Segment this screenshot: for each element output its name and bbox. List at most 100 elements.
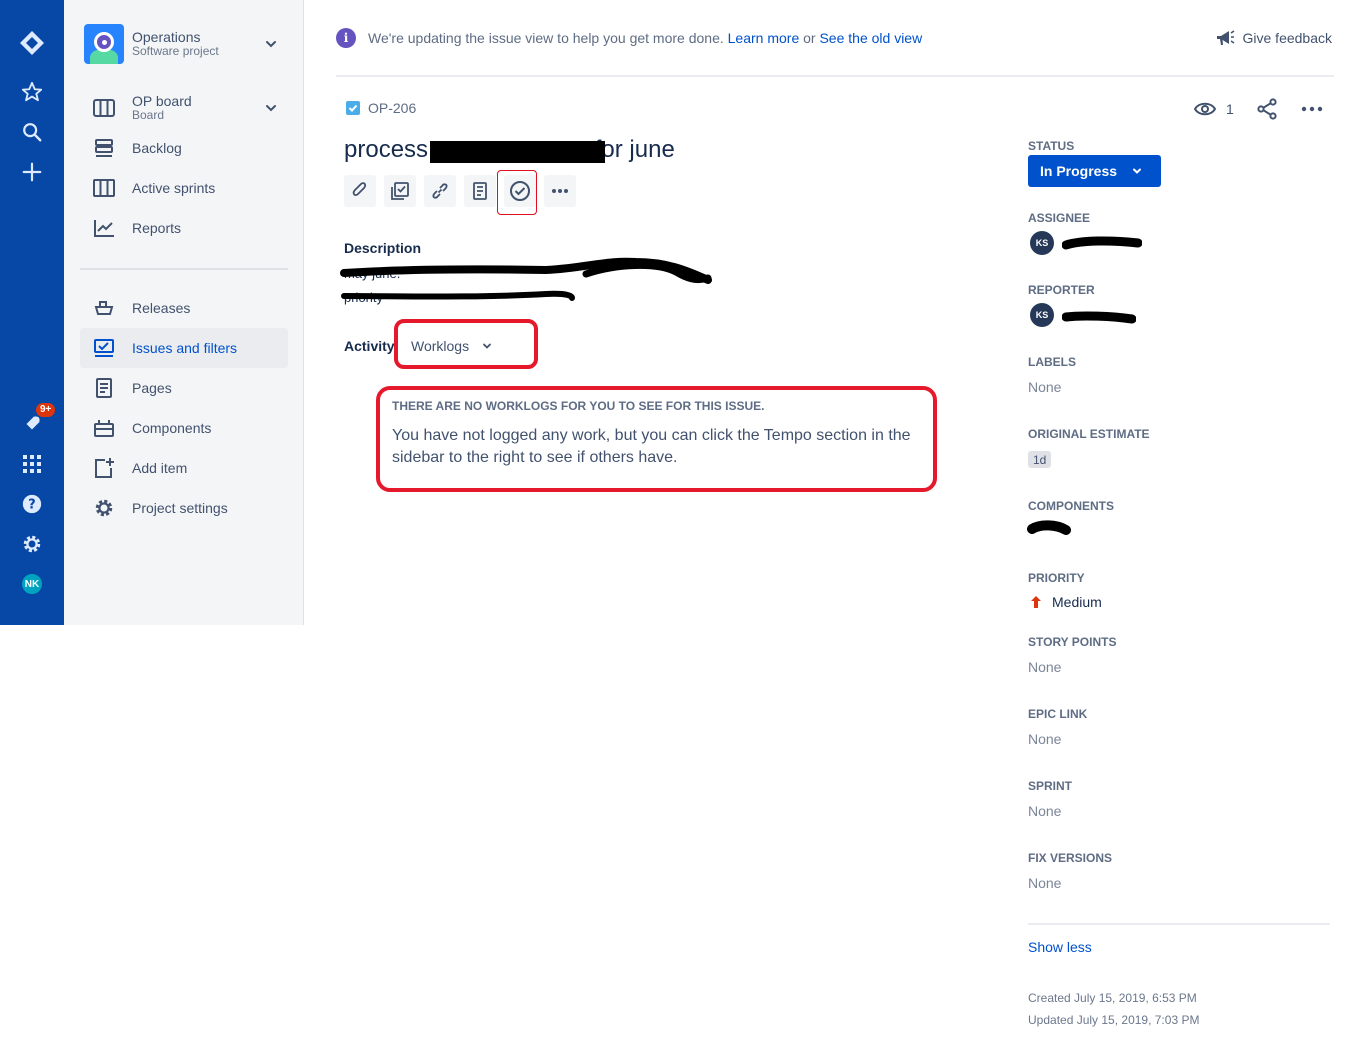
subtask-icon bbox=[391, 182, 409, 200]
confluence-page-icon bbox=[473, 182, 487, 200]
sidebar-item-issues-and-filters[interactable]: Issues and filters bbox=[80, 328, 288, 368]
priority-value: Medium bbox=[1052, 594, 1102, 610]
sidebar-item-label: Components bbox=[132, 420, 212, 436]
settings-icon[interactable] bbox=[12, 524, 52, 564]
assignee-avatar[interactable]: KS bbox=[1030, 231, 1054, 255]
global-nav: 9+ ? NK bbox=[0, 0, 64, 625]
redaction-mark bbox=[430, 141, 605, 163]
sidebar-item-project-settings[interactable]: Project settings bbox=[80, 488, 288, 528]
sidebar-item-label: Backlog bbox=[132, 140, 182, 156]
releases-icon bbox=[92, 296, 116, 320]
sidebar-item-label: Pages bbox=[132, 380, 172, 396]
annotation-highlight-worklogs bbox=[394, 319, 538, 369]
fields-divider bbox=[1028, 923, 1330, 925]
backlog-icon bbox=[92, 136, 116, 160]
update-banner: i We're updating the issue view to help … bbox=[336, 24, 1334, 52]
fix-versions-label: FIX VERSIONS bbox=[1028, 851, 1113, 865]
old-view-link[interactable]: See the old view bbox=[819, 30, 922, 46]
description-label: Description bbox=[344, 240, 422, 256]
notification-badge: 9+ bbox=[36, 403, 56, 417]
fix-versions-value[interactable]: None bbox=[1028, 875, 1061, 891]
share-button[interactable] bbox=[1256, 96, 1278, 122]
help-icon[interactable]: ? bbox=[12, 484, 52, 524]
more-actions-button[interactable] bbox=[1300, 96, 1324, 122]
link-issue-button[interactable] bbox=[424, 175, 456, 207]
star-icon[interactable] bbox=[12, 72, 52, 112]
story-points-value[interactable]: None bbox=[1028, 659, 1061, 675]
sidebar-item-label: Active sprints bbox=[132, 180, 216, 196]
sidebar-divider bbox=[80, 268, 288, 270]
app-switcher-icon[interactable] bbox=[12, 444, 52, 484]
priority-medium-icon bbox=[1031, 596, 1041, 608]
issue-toolbar bbox=[344, 175, 584, 207]
info-icon: i bbox=[336, 28, 356, 48]
more-icon bbox=[552, 189, 568, 193]
chevron-down-icon[interactable] bbox=[264, 37, 278, 51]
original-estimate-value[interactable]: 1d bbox=[1028, 451, 1052, 468]
project-switcher[interactable]: Operations Software project bbox=[84, 24, 284, 64]
sidebar-item-label: Add item bbox=[132, 460, 188, 476]
show-less-link[interactable]: Show less bbox=[1028, 939, 1092, 955]
worklog-empty-title: THERE ARE NO WORKLOGS FOR YOU TO SEE FOR… bbox=[392, 399, 765, 413]
sidebar-item-label: Project settings bbox=[132, 500, 228, 516]
project-type: Software project bbox=[132, 44, 219, 58]
sidebar-item-backlog[interactable]: Backlog bbox=[80, 128, 288, 168]
create-subtask-button[interactable] bbox=[384, 175, 416, 207]
redaction-scribble bbox=[1062, 311, 1136, 324]
status-label: STATUS bbox=[1028, 139, 1075, 153]
issue-key: OP-206 bbox=[368, 100, 417, 116]
chevron-down-icon[interactable] bbox=[264, 101, 278, 115]
confluence-page-button[interactable] bbox=[464, 175, 496, 207]
learn-more-link[interactable]: Learn more bbox=[728, 30, 800, 46]
sidebar-item-add-item[interactable]: Add item bbox=[80, 448, 288, 488]
plus-icon[interactable] bbox=[12, 152, 52, 192]
components-label: COMPONENTS bbox=[1028, 499, 1115, 513]
sidebar-item-active-sprints[interactable]: Active sprints bbox=[80, 168, 288, 208]
sidebar-item-reports[interactable]: Reports bbox=[80, 208, 288, 248]
search-icon[interactable] bbox=[12, 112, 52, 152]
sprint-value[interactable]: None bbox=[1028, 803, 1061, 819]
add-item-icon bbox=[92, 456, 116, 480]
banner-divider bbox=[336, 75, 1334, 77]
chevron-down-icon bbox=[1133, 168, 1142, 174]
banner-text: We're updating the issue view to help yo… bbox=[368, 30, 922, 46]
attach-button[interactable] bbox=[344, 175, 376, 207]
project-sidebar: Operations Software project OP board Boa… bbox=[64, 0, 304, 625]
more-toolbar-button[interactable] bbox=[544, 175, 576, 207]
sidebar-item-releases[interactable]: Releases bbox=[80, 288, 288, 328]
labels-label: LABELS bbox=[1028, 355, 1076, 369]
sidebar-item-pages[interactable]: Pages bbox=[80, 368, 288, 408]
redaction-scribble bbox=[340, 257, 712, 301]
give-feedback-button[interactable]: Give feedback bbox=[1215, 28, 1332, 48]
eye-icon bbox=[1194, 102, 1216, 116]
watch-button[interactable]: 1 bbox=[1194, 96, 1234, 122]
sidebar-item-label: Reports bbox=[132, 220, 182, 236]
issue-key-link[interactable]: OP-206 bbox=[346, 100, 416, 116]
issues-icon bbox=[92, 336, 116, 360]
priority-field[interactable]: Medium bbox=[1030, 594, 1102, 610]
sidebar-item-board[interactable]: OP board Board bbox=[80, 88, 288, 128]
user-avatar[interactable]: NK bbox=[20, 572, 44, 596]
labels-value[interactable]: None bbox=[1028, 379, 1061, 395]
task-icon bbox=[346, 101, 360, 115]
pages-icon bbox=[92, 376, 116, 400]
epic-link-value[interactable]: None bbox=[1028, 731, 1061, 747]
status-value: In Progress bbox=[1040, 163, 1118, 179]
sidebar-item-components[interactable]: Components bbox=[80, 408, 288, 448]
redaction-scribble bbox=[1062, 236, 1142, 250]
jira-logo-icon[interactable] bbox=[12, 23, 52, 63]
original-estimate-label: ORIGINAL ESTIMATE bbox=[1028, 427, 1150, 441]
annotation-highlight-tempo bbox=[497, 170, 537, 215]
status-dropdown[interactable]: In Progress bbox=[1028, 155, 1161, 187]
megaphone-icon bbox=[1216, 30, 1234, 45]
link-icon bbox=[432, 183, 448, 199]
sprints-icon bbox=[92, 176, 116, 200]
assignee-label: ASSIGNEE bbox=[1028, 211, 1091, 225]
activity-label: Activity bbox=[344, 338, 395, 354]
svg-text:?: ? bbox=[28, 498, 35, 513]
story-points-label: STORY POINTS bbox=[1028, 635, 1117, 649]
updated-timestamp: Updated July 15, 2019, 7:03 PM bbox=[1028, 1013, 1200, 1027]
reporter-avatar[interactable]: KS bbox=[1030, 303, 1054, 327]
components-icon bbox=[92, 416, 116, 440]
reporter-label: REPORTER bbox=[1028, 283, 1095, 297]
